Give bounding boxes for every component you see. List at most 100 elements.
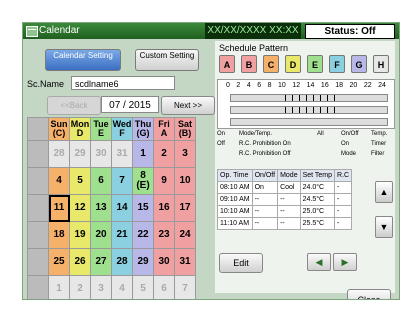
calendar-day[interactable]: 3 — [174, 140, 196, 168]
calendar-week: 28 29 30 31 1 2 3 — [27, 140, 196, 168]
calendar-day[interactable]: 1 — [48, 275, 70, 299]
calendar-day[interactable]: 22 — [132, 221, 154, 249]
calendar-day[interactable]: 26 — [69, 248, 91, 276]
calendar-day[interactable]: 14 — [111, 194, 133, 222]
pattern-g-button[interactable]: G — [351, 55, 367, 73]
edit-button[interactable]: Edit — [219, 253, 263, 273]
ops-row[interactable]: 08:10 AM On Cool 24.0°C - — [217, 181, 353, 194]
calendar-day[interactable]: 2 — [69, 275, 91, 299]
pattern-d-button[interactable]: D — [285, 55, 301, 73]
scroll-up-button[interactable]: ▲ — [375, 181, 393, 203]
calendar-day[interactable]: 30 — [90, 140, 112, 168]
timeline-tick — [285, 95, 286, 101]
back-button[interactable]: <<Back — [47, 96, 101, 115]
calendar-day[interactable]: 24 — [174, 221, 196, 249]
calendar-day[interactable]: 21 — [111, 221, 133, 249]
calendar-day[interactable]: 9 — [153, 167, 175, 195]
calendar-day[interactable]: 6 — [153, 275, 175, 299]
hour-label: 18 — [335, 82, 344, 89]
pattern-e-button[interactable]: E — [307, 55, 323, 73]
week-side-cell — [27, 248, 49, 276]
calendar-day[interactable]: 5 — [69, 167, 91, 195]
calendar-day[interactable]: 19 — [69, 221, 91, 249]
calendar-day[interactable]: 29 — [69, 140, 91, 168]
hour-label: 2 — [236, 82, 241, 89]
weekday-code: D — [76, 128, 84, 138]
ops-row[interactable]: 09:10 AM -- -- 24.5°C - — [217, 193, 353, 206]
calendar-day[interactable]: 7 — [174, 275, 196, 299]
legend-mode: Mode — [341, 151, 357, 157]
arrow-left-button[interactable]: ◀ — [307, 253, 331, 271]
ops-row[interactable]: 10:10 AM -- -- 25.0°C - — [217, 205, 353, 218]
ops-cell: Cool — [277, 181, 301, 194]
calendar-day[interactable]: 12 — [69, 194, 91, 222]
calendar-day[interactable]: 7 — [111, 167, 133, 195]
hour-label: 16 — [320, 82, 329, 89]
timeline-on-off-row — [230, 94, 388, 102]
timeline-tick — [320, 95, 321, 101]
calendar-day[interactable]: 13 — [90, 194, 112, 222]
weekday-code: (G) — [136, 128, 150, 138]
timeline-tick — [327, 107, 328, 113]
ops-cell: - — [334, 217, 353, 230]
custom-setting-tab[interactable]: Custom Setting — [135, 49, 199, 71]
ops-cell: 25.0°C — [299, 205, 336, 218]
close-button[interactable]: Close — [347, 289, 391, 299]
ops-cell: 25.5°C — [299, 217, 336, 230]
pattern-c-button[interactable]: C — [263, 55, 279, 73]
calendar-day[interactable]: 31 — [111, 140, 133, 168]
calendar-day[interactable]: 28 — [48, 140, 70, 168]
week-side-cell — [27, 221, 49, 249]
arrow-right-button[interactable]: ▶ — [333, 253, 357, 271]
pattern-a-button[interactable]: A — [219, 55, 235, 73]
calendar-day[interactable]: 4 — [111, 275, 133, 299]
calendar-day[interactable]: 8 (E) — [132, 167, 154, 195]
calendar-day[interactable]: 16 — [153, 194, 175, 222]
calendar-day[interactable]: 11 — [48, 194, 70, 222]
calendar-day[interactable]: 25 — [48, 248, 70, 276]
calendar-day[interactable]: 6 — [90, 167, 112, 195]
weekday-header: Tue E — [90, 117, 112, 141]
calendar-day[interactable]: 28 — [111, 248, 133, 276]
ops-cell: -- — [251, 217, 279, 230]
pattern-b-button[interactable]: B — [241, 55, 257, 73]
calendar-day[interactable]: 10 — [174, 167, 196, 195]
calendar-day[interactable]: 23 — [153, 221, 175, 249]
calendar-week: 25 26 27 28 29 30 31 — [27, 248, 196, 276]
calendar-day[interactable]: 3 — [90, 275, 112, 299]
timeline-tick — [313, 95, 314, 101]
month-display: 07 / 2015 — [101, 96, 159, 113]
calendar-day[interactable]: 18 — [48, 221, 70, 249]
calendar-day[interactable]: 15 — [132, 194, 154, 222]
legend-timer: Timer — [371, 141, 387, 147]
calendar-day[interactable]: 30 — [153, 248, 175, 276]
calendar-day[interactable]: 27 — [90, 248, 112, 276]
calendar-corner — [27, 117, 49, 141]
calendar-day[interactable]: 31 — [174, 248, 196, 276]
pattern-f-button[interactable]: F — [329, 55, 345, 73]
calendar-day[interactable]: 29 — [132, 248, 154, 276]
calendar-day[interactable]: 20 — [90, 221, 112, 249]
calendar-day[interactable]: 1 — [132, 140, 154, 168]
schedule-name-field[interactable]: scdlname6 — [71, 76, 175, 90]
ops-row[interactable]: 11:10 AM -- -- 25.5°C - — [217, 217, 353, 230]
ops-cell: - — [334, 193, 353, 206]
calendar-day[interactable]: 2 — [153, 140, 175, 168]
ops-cell: 24.5°C — [299, 193, 336, 206]
calendar-day[interactable]: 5 — [132, 275, 154, 299]
calendar-day[interactable]: 17 — [174, 194, 196, 222]
calendar-day[interactable]: 4 — [48, 167, 70, 195]
legend-on: On — [217, 131, 226, 137]
next-button[interactable]: Next >> — [161, 96, 215, 115]
week-side-cell — [27, 275, 49, 299]
timeline-tick — [334, 95, 335, 101]
calendar-setting-tab[interactable]: Calendar Setting — [45, 49, 121, 71]
pattern-h-button[interactable]: H — [373, 55, 389, 73]
scroll-down-button[interactable]: ▼ — [375, 216, 393, 238]
ops-cell: 08:10 AM — [217, 181, 253, 194]
ops-cell: -- — [251, 193, 279, 206]
ops-header: Op. Time — [217, 169, 253, 182]
legend-off: Off — [217, 141, 225, 147]
ops-cell: 09:10 AM — [217, 193, 253, 206]
timeline-tick — [306, 107, 307, 113]
